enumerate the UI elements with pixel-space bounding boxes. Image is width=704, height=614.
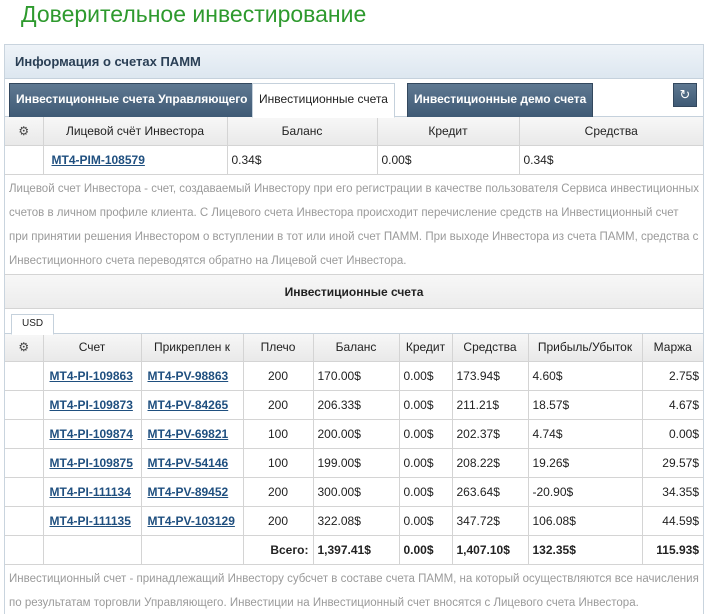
gear-icon: ⚙	[18, 340, 30, 355]
total-profit: 132.35$	[528, 535, 643, 565]
page-title: Доверительное инвестирование	[21, 1, 367, 27]
margin: 0.00$	[642, 419, 703, 449]
col-balance: Баланс	[313, 333, 400, 362]
equity: 208.22$	[452, 448, 529, 478]
total-balance: 1,397.41$	[313, 535, 400, 565]
total-row: Всего: 1,397.41$ 0.00$ 1,407.10$ 132.35$…	[5, 535, 703, 565]
leverage: 100	[243, 419, 314, 449]
col-credit: Кредит	[399, 333, 453, 362]
refresh-button[interactable]: ↻	[673, 83, 697, 107]
credit: 0.00$	[399, 448, 453, 478]
pamm-info-panel: Информация о счетах ПАММ Инвестиционные …	[4, 44, 704, 614]
currency-tabs: USD	[5, 308, 703, 335]
table-row: MT4-PIM-108579 0.34$ 0.00$ 0.34$	[5, 145, 703, 175]
investment-section-title: Инвестиционные счета	[5, 274, 703, 309]
table-row: MT4-PI-111135 MT4-PV-103129 200 322.08$ 0.00…	[5, 506, 703, 536]
total-credit: 0.00$	[399, 535, 453, 565]
col-account: Счет	[43, 333, 142, 362]
tab-demo-accounts[interactable]: Инвестиционные демо счета	[407, 83, 594, 117]
account-link[interactable]: MT4-PI-109875	[50, 456, 133, 470]
profit-loss: 19.26$	[528, 448, 643, 478]
leverage: 200	[243, 477, 314, 507]
balance: 206.33$	[313, 390, 400, 420]
leverage: 100	[243, 448, 314, 478]
col-equity: Средства	[452, 333, 529, 362]
table-row: MT4-PI-111134 MT4-PV-89452 200 300.00$ 0.00$…	[5, 477, 703, 507]
profit-loss: 4.60$	[528, 361, 643, 391]
profit-loss: -20.90$	[528, 477, 643, 507]
equity: 211.21$	[452, 390, 529, 420]
account-link[interactable]: MT4-PI-111135	[50, 514, 131, 528]
margin: 29.57$	[642, 448, 703, 478]
investment-accounts-table: ⚙ Счет Прикреплен к Плечо Баланс Кредит …	[5, 333, 703, 565]
attached-account-link[interactable]: MT4-PV-84265	[148, 398, 229, 412]
table-row: MT4-PI-109874 MT4-PV-69821 100 200.00$ 0.00$…	[5, 419, 703, 449]
refresh-icon: ↻	[679, 87, 691, 102]
panel-title: Информация о счетах ПАММ	[5, 45, 703, 79]
credit: 0.00$	[399, 390, 453, 420]
table-row: MT4-PI-109863 MT4-PV-98863 200 170.00$ 0.00$…	[5, 361, 703, 391]
equity: 173.94$	[452, 361, 529, 391]
col-profit-loss: Прибыль/Убыток	[528, 333, 643, 362]
credit: 0.00$	[399, 419, 453, 449]
col-margin: Маржа	[642, 333, 703, 362]
total-label: Всего:	[243, 535, 314, 565]
leverage: 200	[243, 361, 314, 391]
attached-account-link[interactable]: MT4-PV-103129	[148, 514, 235, 528]
table-row: MT4-PI-109873 MT4-PV-84265 200 206.33$ 0.00$…	[5, 390, 703, 420]
gear-icon: ⚙	[18, 123, 30, 138]
personal-account-link[interactable]: MT4-PIM-108579	[52, 153, 145, 167]
tab-manager-accounts[interactable]: Инвестиционные счета Управляющего	[9, 83, 255, 117]
total-margin: 115.93$	[642, 535, 703, 565]
profit-loss: 106.08$	[528, 506, 643, 536]
balance: 170.00$	[313, 361, 400, 391]
leverage: 200	[243, 390, 314, 420]
margin: 2.75$	[642, 361, 703, 391]
balance: 300.00$	[313, 477, 400, 507]
balance: 322.08$	[313, 506, 400, 536]
col-credit: Кредит	[377, 117, 520, 146]
table-row: MT4-PI-109875 MT4-PV-54146 100 199.00$ 0.00$…	[5, 448, 703, 478]
total-equity: 1,407.10$	[452, 535, 529, 565]
col-leverage: Плечо	[243, 333, 314, 362]
balance: 199.00$	[313, 448, 400, 478]
account-link[interactable]: MT4-PI-109863	[50, 369, 133, 383]
settings-column[interactable]: ⚙	[5, 117, 44, 146]
col-equity: Средства	[519, 117, 703, 146]
profit-loss: 18.57$	[528, 390, 643, 420]
margin: 4.67$	[642, 390, 703, 420]
balance: 200.00$	[313, 419, 400, 449]
tab-investment-accounts[interactable]: Инвестиционные счета	[252, 83, 395, 118]
leverage: 200	[243, 506, 314, 536]
col-balance: Баланс	[227, 117, 378, 146]
attached-account-link[interactable]: MT4-PV-54146	[148, 456, 229, 470]
profit-loss: 4.74$	[528, 419, 643, 449]
col-personal-account: Лицевой счёт Инвестора	[43, 117, 228, 146]
investment-account-note: Инвестиционный счет - принадлежащий Инве…	[5, 565, 703, 614]
tab-usd[interactable]: USD	[11, 313, 55, 335]
equity: 202.37$	[452, 419, 529, 449]
attached-account-link[interactable]: MT4-PV-89452	[148, 485, 229, 499]
account-link[interactable]: MT4-PI-109873	[50, 398, 133, 412]
equity: 347.72$	[452, 506, 529, 536]
account-link[interactable]: MT4-PI-111134	[50, 485, 131, 499]
equity: 263.64$	[452, 477, 529, 507]
attached-account-link[interactable]: MT4-PV-98863	[148, 369, 229, 383]
credit: 0.00$	[399, 361, 453, 391]
settings-column[interactable]: ⚙	[5, 333, 44, 362]
col-attached-to: Прикреплен к	[141, 333, 244, 362]
credit: 0.00$	[399, 477, 453, 507]
credit: 0.00$	[399, 506, 453, 536]
margin: 44.59$	[642, 506, 703, 536]
margin: 34.35$	[642, 477, 703, 507]
attached-account-link[interactable]: MT4-PV-69821	[148, 427, 229, 441]
personal-account-table: ⚙ Лицевой счёт Инвестора Баланс Кредит С…	[5, 117, 703, 175]
personal-account-note: Лицевой счет Инвестора - счет, создаваем…	[5, 175, 703, 275]
account-link[interactable]: MT4-PI-109874	[50, 427, 133, 441]
account-tabs: Инвестиционные счета Управляющего Инвест…	[5, 79, 703, 118]
